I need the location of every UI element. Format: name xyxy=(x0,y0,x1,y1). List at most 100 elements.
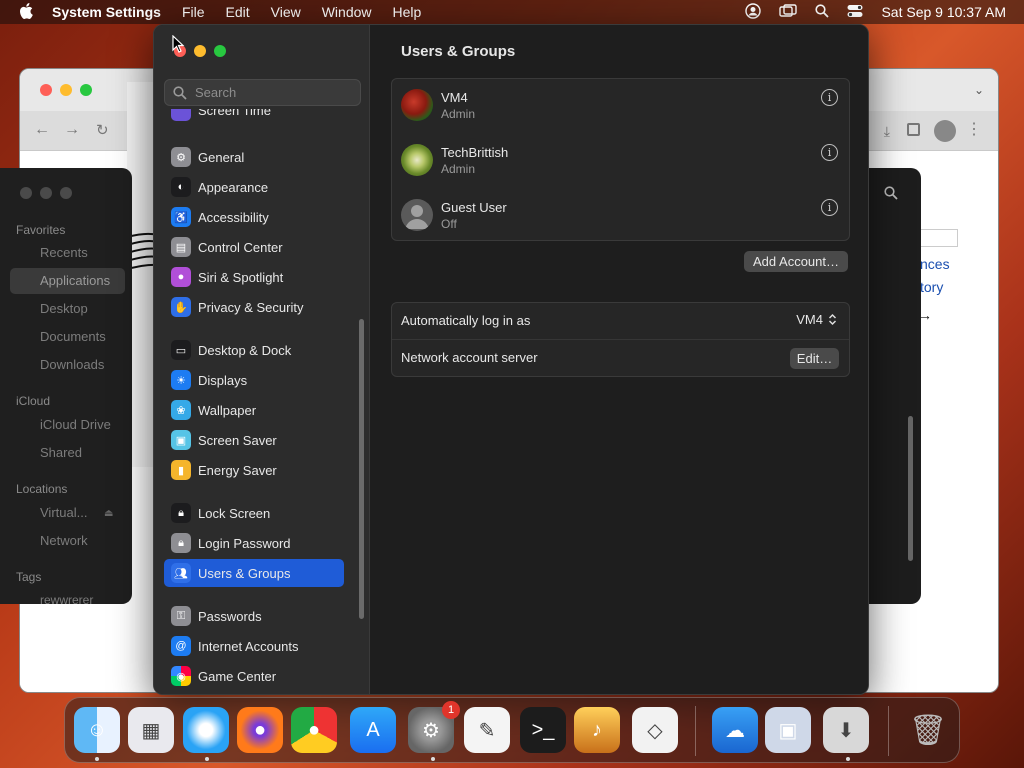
avatar xyxy=(401,144,433,176)
finder-section-tags: Tags xyxy=(16,570,42,584)
user-role: Off xyxy=(441,217,457,231)
add-account-button[interactable]: Add Account… xyxy=(744,251,848,272)
screen-mirroring-icon[interactable] xyxy=(779,3,798,21)
launchpad-icon[interactable]: ▦ xyxy=(128,707,174,753)
menu-app-name[interactable]: System Settings xyxy=(52,4,161,20)
weather-icon[interactable]: ☁ xyxy=(712,707,758,753)
forward-arrow-icon[interactable]: → xyxy=(64,121,80,139)
sidebar-item-control-center[interactable]: ▤ Control Center xyxy=(164,233,344,261)
control-center-icon[interactable] xyxy=(847,4,863,21)
finder-item-recents[interactable]: Recents xyxy=(40,245,88,260)
finder-item-applications[interactable]: Applications xyxy=(40,273,110,288)
scrollbar[interactable] xyxy=(908,416,913,561)
finder-tag-item[interactable]: rewwrerer xyxy=(40,593,93,604)
sidebar-toggle-icon[interactable] xyxy=(907,123,920,136)
user-row-techbrittish[interactable]: TechBrittish Admin i xyxy=(392,134,849,189)
edit-button[interactable]: Edit… xyxy=(790,348,839,369)
menu-view[interactable]: View xyxy=(271,4,301,20)
finder-item-icloud-drive[interactable]: iCloud Drive xyxy=(40,417,111,432)
chevron-down-icon[interactable]: ⌄ xyxy=(974,83,984,97)
mouse-cursor-icon xyxy=(172,35,185,53)
sidebar-item-label: General xyxy=(198,149,245,165)
close-dot-icon[interactable] xyxy=(20,187,32,199)
sidebar-item-login-password[interactable]: 🔒︎ Login Password xyxy=(164,529,344,557)
sidebar-item-passwords[interactable]: ⚿ Passwords xyxy=(164,602,344,630)
game-center-icon: ◉ xyxy=(171,666,191,686)
back-arrow-icon[interactable]: ← xyxy=(34,121,50,139)
sidebar-item-screen-saver[interactable]: ▣ Screen Saver xyxy=(164,426,344,454)
menu-window[interactable]: Window xyxy=(322,4,372,20)
sidebar-item-siri-spotlight[interactable]: ● Siri & Spotlight xyxy=(164,263,344,291)
vscode-icon[interactable]: ◇ xyxy=(632,707,678,753)
sun-icon: ☀ xyxy=(171,370,191,390)
minimize-dot-icon[interactable] xyxy=(60,84,72,96)
info-icon[interactable]: i xyxy=(821,89,838,106)
textedit-icon[interactable]: ✎ xyxy=(464,707,510,753)
info-icon[interactable]: i xyxy=(821,144,838,161)
partial-link[interactable]: nces xyxy=(920,256,950,272)
user-row-guest[interactable]: Guest User Off i xyxy=(392,189,849,244)
sidebar-item-energy-saver[interactable]: ▮ Energy Saver xyxy=(164,456,344,484)
zoom-dot-icon[interactable] xyxy=(80,84,92,96)
minimize-button-icon[interactable] xyxy=(194,45,206,57)
finder-item-network[interactable]: Network xyxy=(40,533,88,548)
app-store-icon[interactable]: A xyxy=(350,707,396,753)
info-icon[interactable]: i xyxy=(821,199,838,216)
user-role: Admin xyxy=(441,107,476,121)
virtualbox-icon[interactable]: ▣ xyxy=(765,707,811,753)
chrome-icon[interactable]: ● xyxy=(291,707,337,753)
finder-item-documents[interactable]: Documents xyxy=(40,329,106,344)
sidebar-item-users-groups[interactable]: 👥︎ Users & Groups xyxy=(164,559,344,587)
finder-item-virtual[interactable]: Virtual... xyxy=(40,505,87,520)
menu-file[interactable]: File xyxy=(182,4,205,20)
zoom-dot-icon[interactable] xyxy=(60,187,72,199)
sidebar-item-label: Siri & Spotlight xyxy=(198,269,284,285)
sidebar-item-lock-screen[interactable]: 🔒︎ Lock Screen xyxy=(164,499,344,527)
sidebar-item-internet-accounts[interactable]: @ Internet Accounts xyxy=(164,632,344,660)
partial-input[interactable] xyxy=(920,229,958,247)
zoom-button-icon[interactable] xyxy=(214,45,226,57)
minimize-dot-icon[interactable] xyxy=(40,187,52,199)
more-menu-icon[interactable]: ⋮ xyxy=(966,119,982,139)
installer-icon[interactable]: ⬇ xyxy=(823,707,869,753)
menu-edit[interactable]: Edit xyxy=(226,4,250,20)
user-account-icon[interactable] xyxy=(745,2,762,22)
sidebar-item-label: Wallpaper xyxy=(198,402,257,418)
safari-icon[interactable]: ✦ xyxy=(183,707,229,753)
search-icon[interactable] xyxy=(884,186,898,203)
download-icon[interactable]: ⤓ xyxy=(884,123,890,140)
search-input[interactable]: Search xyxy=(164,79,361,106)
settings-sidebar: Search Screen Time ⚙ General ◐ Appearance ♿ A… xyxy=(154,25,370,694)
partial-link[interactable]: tory xyxy=(920,279,943,295)
sidebar-item-label: Lock Screen xyxy=(198,505,271,521)
sidebar-scrollbar[interactable] xyxy=(359,319,364,619)
finder-icon[interactable]: ☺ xyxy=(74,707,120,753)
dock-icon: ▭ xyxy=(171,340,191,360)
auto-login-select[interactable]: VM4 xyxy=(796,312,837,327)
firefox-icon[interactable]: ● xyxy=(237,707,283,753)
wallpaper-icon: ❀ xyxy=(171,400,191,420)
garageband-icon[interactable]: ♪ xyxy=(574,707,620,753)
finder-item-downloads[interactable]: Downloads xyxy=(40,357,104,372)
reload-icon[interactable]: ↻ xyxy=(96,121,109,139)
eject-icon[interactable]: ⏏ xyxy=(104,508,113,519)
sidebar-item-displays[interactable]: ☀ Displays xyxy=(164,366,344,394)
trash-icon[interactable]: 🗑︎ xyxy=(905,707,951,753)
finder-item-shared[interactable]: Shared xyxy=(40,445,82,460)
finder-item-desktop[interactable]: Desktop xyxy=(40,301,88,316)
spotlight-search-icon[interactable] xyxy=(815,3,830,21)
sidebar-item-wallpaper[interactable]: ❀ Wallpaper xyxy=(164,396,344,424)
apple-menu-icon[interactable] xyxy=(18,2,34,22)
sidebar-item-game-center[interactable]: ◉ Game Center xyxy=(164,662,344,690)
close-dot-icon[interactable] xyxy=(40,84,52,96)
menu-help[interactable]: Help xyxy=(393,4,422,20)
sidebar-item-accessibility[interactable]: ♿ Accessibility xyxy=(164,203,344,231)
profile-avatar-icon[interactable] xyxy=(934,120,956,142)
user-row-vm4[interactable]: VM4 Admin i xyxy=(392,79,849,134)
sidebar-item-appearance[interactable]: ◐ Appearance xyxy=(164,173,344,201)
terminal-icon[interactable]: >_ xyxy=(520,707,566,753)
menu-datetime[interactable]: Sat Sep 9 10:37 AM xyxy=(881,4,1006,20)
sidebar-item-general[interactable]: ⚙ General xyxy=(164,143,344,171)
sidebar-item-desktop-dock[interactable]: ▭ Desktop & Dock xyxy=(164,336,344,364)
sidebar-item-privacy-security[interactable]: ✋ Privacy & Security xyxy=(164,293,344,321)
